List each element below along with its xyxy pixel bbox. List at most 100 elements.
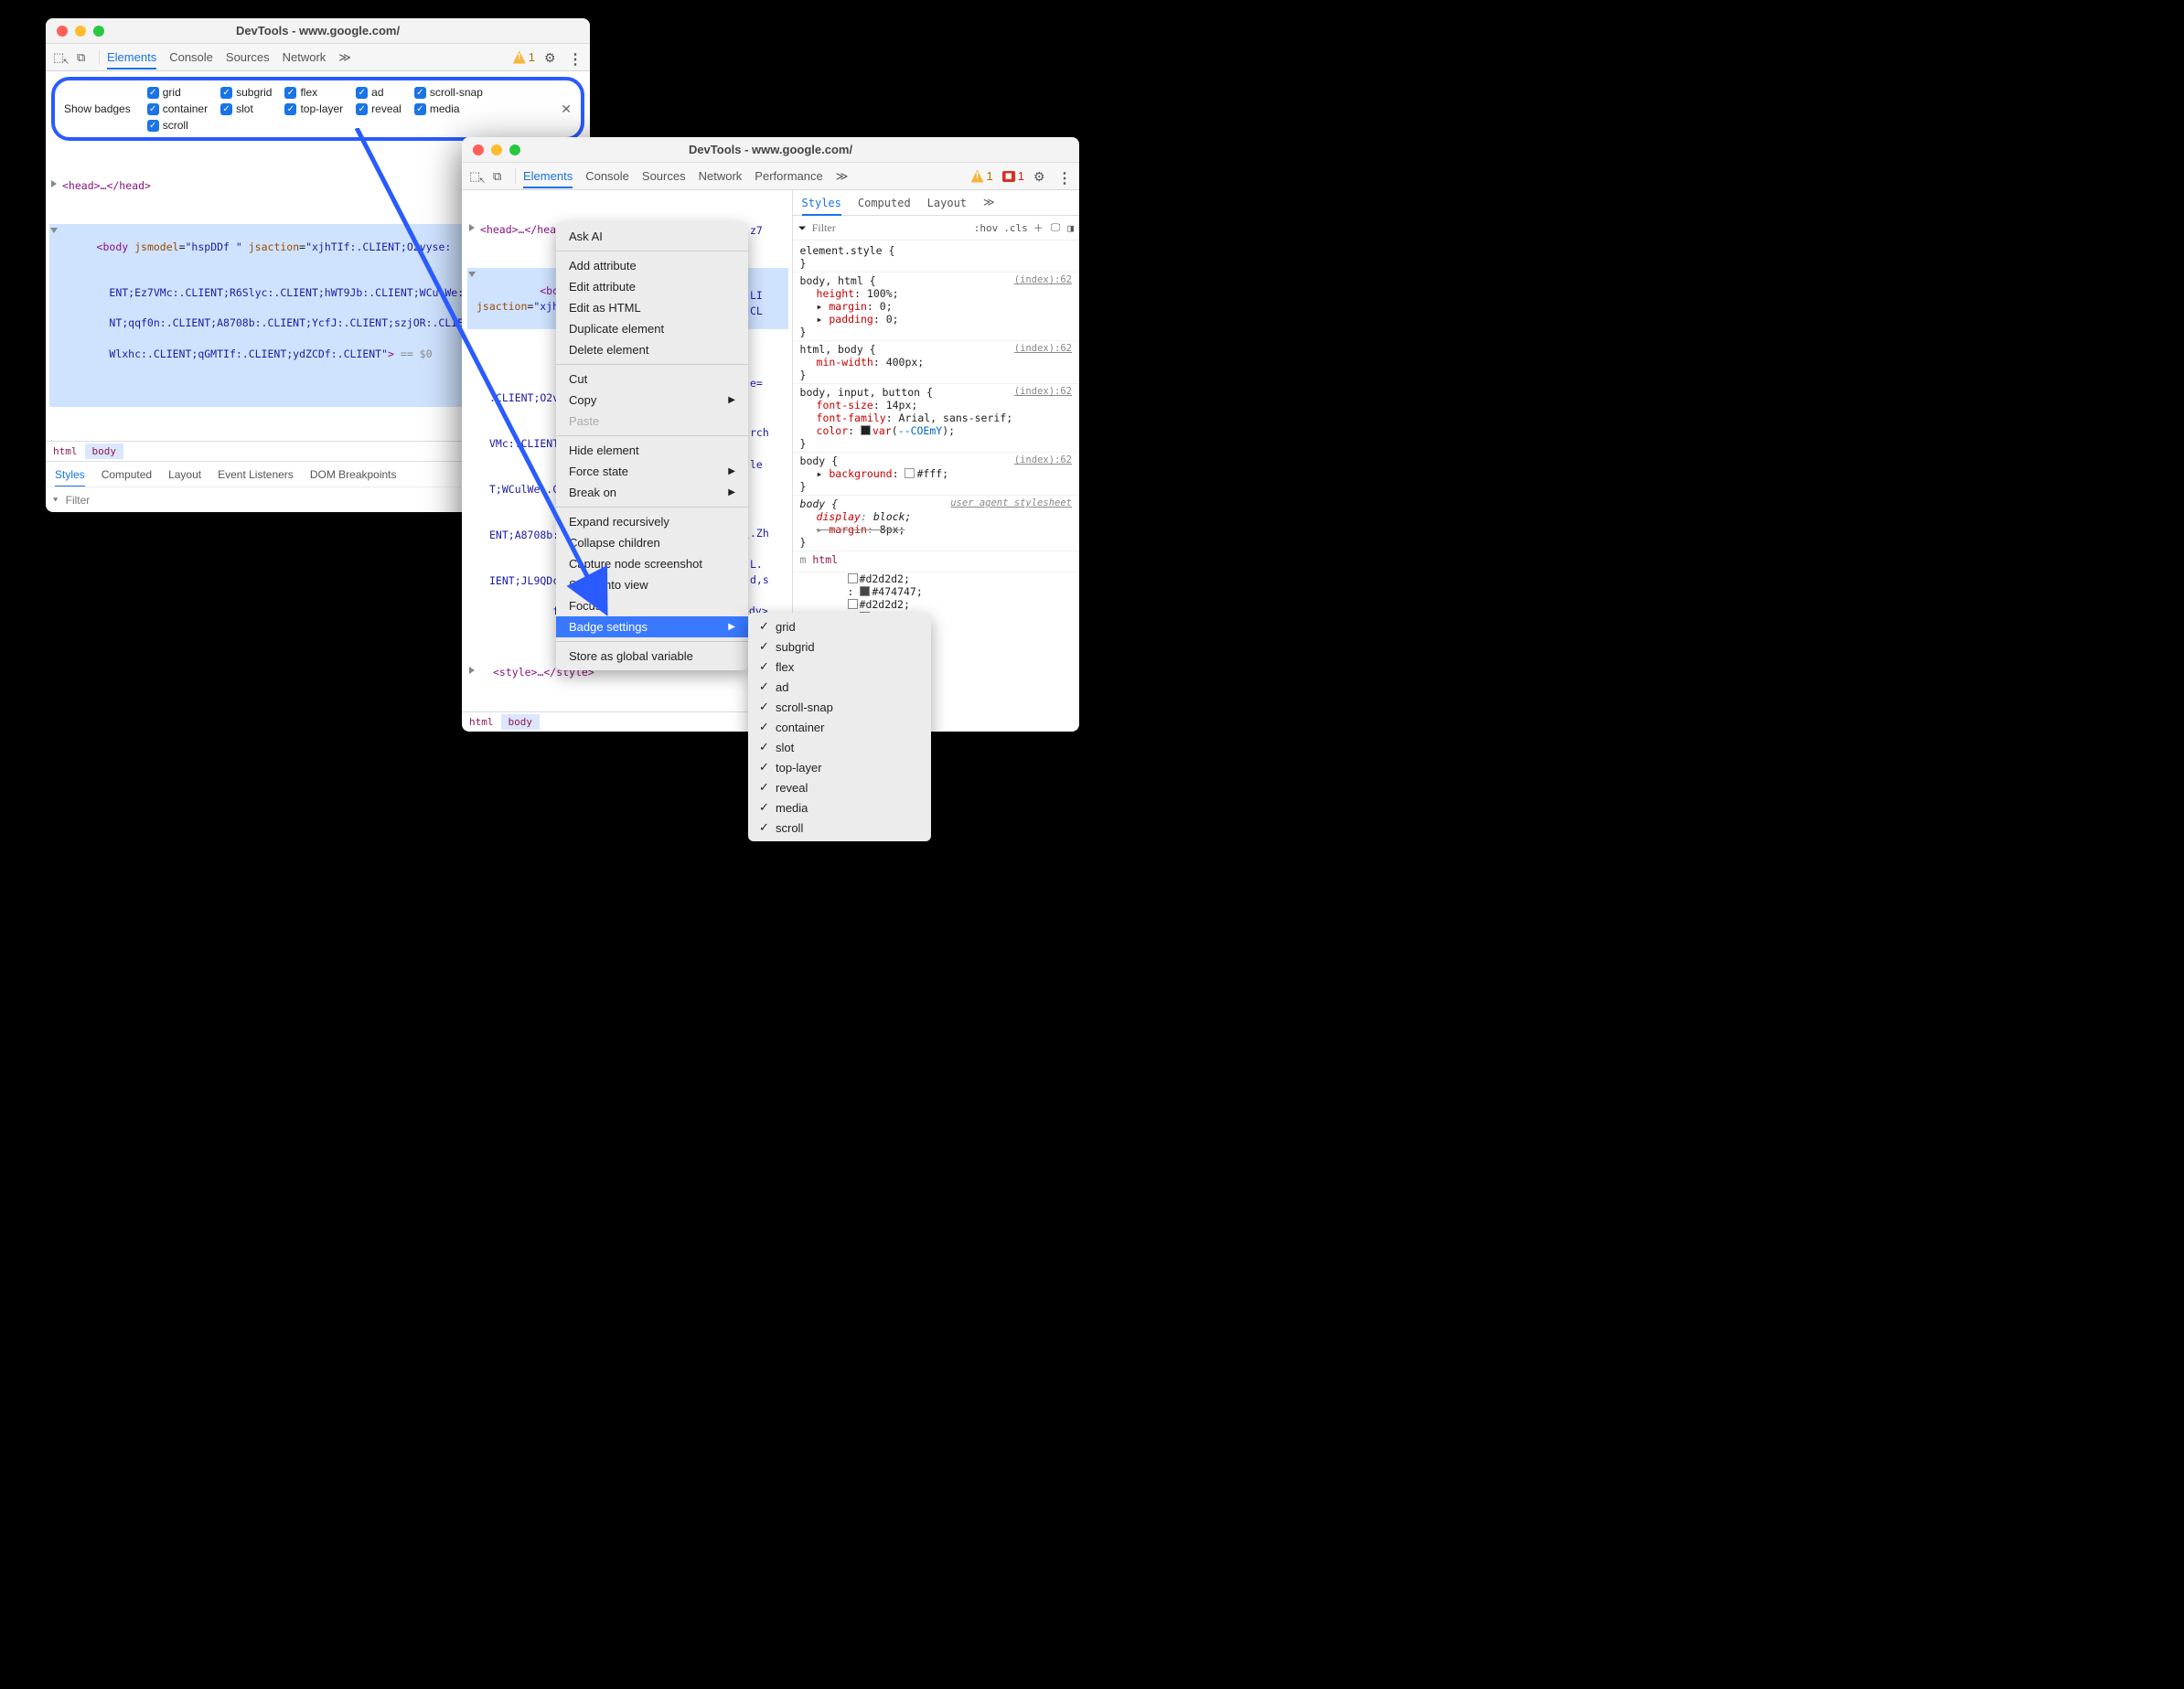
badge-checkbox-media[interactable]: ✓media [414,102,483,115]
css-rule[interactable]: body, input, button {(index):62font-size… [793,384,1079,453]
badge-checkbox-ad[interactable]: ✓ad [356,86,401,99]
ctx-ask-ai[interactable]: Ask AI [556,226,748,247]
badge-option-top-layer[interactable]: ✓top-layer [748,757,931,777]
kebab-icon[interactable] [1057,169,1072,184]
toggle-sidebar-icon[interactable]: ◨ [1067,222,1074,234]
ctx-collapse-children[interactable]: Collapse children [556,532,748,553]
context-menu[interactable]: Ask AI Add attributeEdit attributeEdit as… [556,222,748,670]
inspect-icon[interactable]: ↖ [53,50,68,65]
crumb-html[interactable]: html [46,444,85,459]
subtab-layout[interactable]: Layout [168,468,201,481]
tab-elements[interactable]: Elements [523,169,573,188]
ctx-add-attribute[interactable]: Add attribute [556,255,748,276]
ctx-copy[interactable]: Copy▶ [556,390,748,411]
css-rule[interactable]: body, html {(index):62height: 100%;▸ mar… [793,273,1079,341]
badge-option-ad[interactable]: ✓ad [748,677,931,697]
zoom-window-icon[interactable] [93,26,104,37]
badge-option-reveal[interactable]: ✓reveal [748,777,931,797]
subtab-dombreak[interactable]: DOM Breakpoints [310,468,397,481]
css-rule[interactable]: body {(index):62▸ background: #fff;} [793,453,1079,496]
close-window-icon[interactable] [57,26,68,37]
warning-count-b[interactable]: !1 [971,169,993,183]
subtab-computed-b[interactable]: Computed [858,197,911,209]
tab-console[interactable]: Console [169,50,213,64]
badge-checkbox-grid[interactable]: ✓grid [147,86,208,99]
badge-settings-submenu[interactable]: ✓grid✓subgrid✓flex✓ad✓scroll-snap✓contai… [748,613,931,841]
badge-option-media[interactable]: ✓media [748,797,931,818]
gear-icon[interactable] [544,50,559,65]
subtab-computed[interactable]: Computed [102,468,152,481]
swatch-row[interactable]: #d2d2d2; [793,572,1079,585]
zoom-window-icon[interactable] [509,144,520,155]
ctx-cut[interactable]: Cut [556,369,748,390]
badge-checkbox-reveal[interactable]: ✓reveal [356,102,401,115]
more-tabs-icon[interactable] [338,50,353,65]
tab-network[interactable]: Network [283,50,327,64]
ctx-force-state[interactable]: Force state▶ [556,461,748,482]
ctx-focus[interactable]: Focus [556,595,748,616]
ctx-delete-element[interactable]: Delete element [556,339,748,360]
error-count-b[interactable]: ◼1 [1002,169,1024,183]
device-toolbar-icon[interactable] [77,50,91,65]
more-tabs-icon[interactable] [836,169,851,184]
ctx-break-on[interactable]: Break on▶ [556,482,748,503]
device-toolbar-icon[interactable] [493,169,508,184]
tab-network[interactable]: Network [699,169,743,183]
filter-input-b[interactable] [812,221,969,235]
tab-elements[interactable]: Elements [107,50,156,69]
badge-checkbox-scroll[interactable]: ✓scroll [147,119,208,132]
close-window-icon[interactable] [473,144,484,155]
breadcrumb-b[interactable]: html body [462,711,792,732]
tab-sources[interactable]: Sources [642,169,686,183]
gear-icon[interactable] [1033,169,1048,184]
more-subtabs-icon[interactable] [983,196,998,210]
crumb-body[interactable]: body [85,444,124,459]
minimize-window-icon[interactable] [491,144,502,155]
badge-option-container[interactable]: ✓container [748,717,931,737]
badge-checkbox-slot[interactable]: ✓slot [220,102,272,115]
badge-option-scroll-snap[interactable]: ✓scroll-snap [748,697,931,717]
crumb-body-b[interactable]: body [501,714,541,730]
css-rule[interactable]: html, body {(index):62min-width: 400px;} [793,341,1079,384]
css-rule[interactable]: element.style {} [793,242,1079,273]
badge-option-slot[interactable]: ✓slot [748,737,931,757]
close-icon[interactable]: ✕ [561,102,572,117]
inspect-icon[interactable]: ↖ [469,169,484,184]
crumb-html-b[interactable]: html [462,714,501,730]
ctx-scroll-into-view[interactable]: Scroll into view [556,574,748,595]
subtab-styles-b[interactable]: Styles [802,197,841,216]
warning-count-a[interactable]: !1 [513,50,535,64]
subtab-styles[interactable]: Styles [55,468,85,487]
subtab-listeners[interactable]: Event Listeners [218,468,294,481]
hov-toggle-b[interactable]: :hov [974,222,999,234]
ctx-badge-settings[interactable]: Badge settings▶ [556,616,748,637]
badge-checkbox-container[interactable]: ✓container [147,102,208,115]
minimize-window-icon[interactable] [75,26,86,37]
swatch-row[interactable]: #d2d2d2; [793,598,1079,611]
ctx-edit-as-html[interactable]: Edit as HTML [556,297,748,318]
badge-checkbox-scroll-snap[interactable]: ✓scroll-snap [414,86,483,99]
ctx-edit-attribute[interactable]: Edit attribute [556,276,748,297]
ctx-duplicate-element[interactable]: Duplicate element [556,318,748,339]
badge-option-flex[interactable]: ✓flex [748,657,931,677]
ctx-hide-element[interactable]: Hide element [556,440,748,461]
style-source-row[interactable]: </span> [793,568,1079,572]
ctx-capture-node-screenshot[interactable]: Capture node screenshot [556,553,748,574]
badge-option-grid[interactable]: ✓grid [748,616,931,636]
badge-checkbox-flex[interactable]: ✓flex [284,86,343,99]
ctx-expand-recursively[interactable]: Expand recursively [556,511,748,532]
badge-checkbox-subgrid[interactable]: ✓subgrid [220,86,272,99]
swatch-row[interactable]: : #474747; [793,585,1079,598]
badge-checkbox-top-layer[interactable]: ✓top-layer [284,102,343,115]
css-rule[interactable]: body {user agent stylesheetdisplay: bloc… [793,496,1079,551]
kebab-icon[interactable] [568,50,583,65]
ctx-store-as-global-variable[interactable]: Store as global variable [556,646,748,667]
tab-performance[interactable]: Performance [755,169,822,183]
new-style-rule-icon[interactable]: ＋ [1033,220,1044,235]
tab-console[interactable]: Console [585,169,629,183]
subtab-layout-b[interactable]: Layout [927,197,967,209]
badge-option-scroll[interactable]: ✓scroll [748,818,931,838]
computed-toggle-icon[interactable]: 🖵 [1051,221,1061,234]
badge-option-subgrid[interactable]: ✓subgrid [748,636,931,657]
tab-sources[interactable]: Sources [226,50,270,64]
